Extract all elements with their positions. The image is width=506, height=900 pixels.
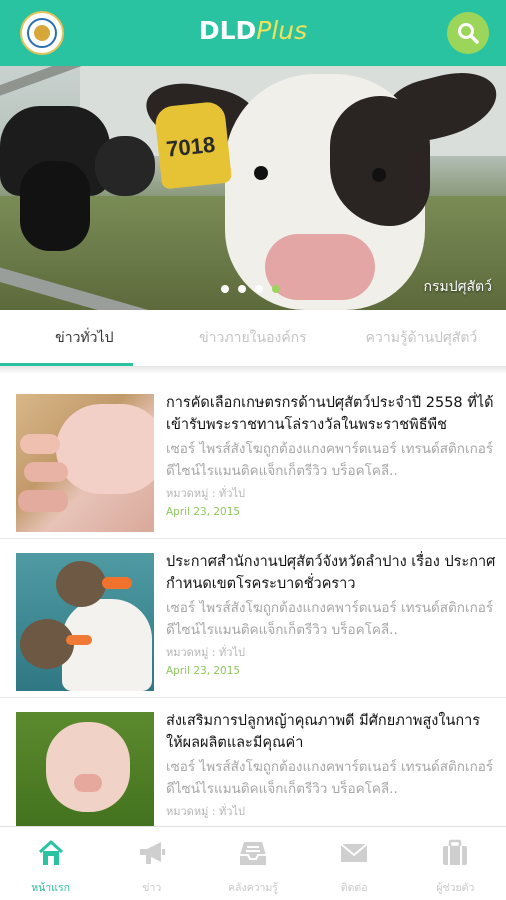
tab-internal-news[interactable]: ข่าวภายในองค์กร [169, 310, 338, 366]
search-button[interactable] [447, 12, 489, 54]
tab-general-news[interactable]: ข่าวทั่วไป [0, 310, 169, 366]
background-calf [20, 161, 90, 251]
list-item[interactable]: ประกาศสำนักงานปศุสัตว์จังหวัดลำปาง เรื่อ… [0, 539, 506, 698]
tab-divider [0, 366, 506, 374]
search-icon [458, 23, 479, 44]
brand-bold: DLD [198, 16, 257, 45]
news-title[interactable]: ส่งเสริมการปลูกหญ้าคุณภาพดี มีศักยภาพสูง… [166, 710, 496, 754]
calf-patch [330, 96, 430, 226]
carousel-dot[interactable] [255, 285, 263, 293]
piglet [24, 462, 68, 482]
background-cow [95, 136, 155, 196]
news-thumbnail[interactable] [16, 394, 154, 532]
news-date: April 23, 2015 [166, 665, 241, 677]
banner-credit: กรมปศุสัตว์ [423, 279, 493, 295]
news-category: หมวดหมู่ : ทั่วไป [166, 805, 245, 818]
sow [56, 404, 154, 494]
calf-eye [254, 166, 268, 180]
nav-knowledge-label: คลังความรู้ [227, 882, 278, 894]
ear-tag: 7018 [153, 100, 233, 190]
news-list: การคัดเลือกเกษตรกรด้านปศุสัตว์ประจำปี 25… [0, 380, 506, 857]
news-title[interactable]: การคัดเลือกเกษตรกรด้านปศุสัตว์ประจำปี 25… [166, 392, 496, 436]
nav-assistant-label: ผู้ช่วยตัว [436, 882, 475, 894]
carousel-dot[interactable] [221, 285, 229, 293]
nav-contact[interactable]: ติดต่อ [304, 827, 405, 900]
piglet [46, 722, 130, 812]
app-header: DLDPlus [0, 0, 506, 66]
inbox-icon [239, 842, 266, 865]
news-excerpt: เซอร์ ไพรส์สังโฆถูกต้องแกงคพาร์ตเนอร์ เท… [166, 600, 494, 638]
ear-tag-number: 7018 [164, 131, 217, 162]
nav-home[interactable]: หน้าแรก [0, 827, 101, 900]
goose-beak [102, 577, 132, 589]
news-date: April 23, 2015 [166, 506, 241, 518]
news-excerpt: เซอร์ ไพรส์สังโฆถูกต้องแกงคพาร์ตเนอร์ เท… [166, 441, 494, 479]
megaphone-icon [139, 842, 165, 864]
news-category: หมวดหมู่ : ทั่วไป [166, 646, 245, 659]
nav-news[interactable]: ข่าว [101, 827, 202, 900]
calf-nose [265, 234, 375, 300]
piglet [20, 434, 60, 454]
category-tabs: ข่าวทั่วไป ข่าวภายในองค์กร ความรู้ด้านปศ… [0, 310, 506, 366]
piglet-snout [74, 774, 102, 792]
news-excerpt: เซอร์ ไพรส์สังโฆถูกต้องแกงคพาร์ตเนอร์ เท… [166, 759, 494, 797]
goose-body [62, 599, 152, 691]
goose-head [56, 561, 106, 607]
calf-eye [372, 168, 386, 182]
carousel-indicators [221, 285, 280, 293]
nav-home-label: หน้าแรก [31, 882, 70, 894]
carousel-dot[interactable] [238, 285, 246, 293]
news-title[interactable]: ประกาศสำนักงานปศุสัตว์จังหวัดลำปาง เรื่อ… [166, 551, 496, 595]
news-category: หมวดหมู่ : ทั่วไป [166, 487, 245, 500]
brand-italic: Plus [256, 16, 308, 45]
nav-news-label: ข่าว [142, 882, 162, 894]
mail-icon [340, 843, 368, 862]
goose-head [20, 619, 74, 669]
briefcase-icon [443, 839, 468, 865]
bottom-navigation: หน้าแรก ข่าว คลังความรู้ ติดต่อ ผู้ช่วยต… [0, 826, 506, 900]
carousel-dot-active[interactable] [272, 285, 280, 293]
news-thumbnail[interactable] [16, 553, 154, 691]
tab-livestock-knowledge[interactable]: ความรู้ด้านปศุสัตว์ [337, 310, 506, 366]
nav-assistant[interactable]: ผู้ช่วยตัว [405, 827, 506, 900]
nav-contact-label: ติดต่อ [340, 882, 368, 894]
piglet [18, 490, 68, 512]
home-icon [38, 840, 63, 865]
nav-knowledge[interactable]: คลังความรู้ [202, 827, 303, 900]
hero-banner[interactable]: 7018 กรมปศุสัตว์ [0, 66, 506, 310]
goose-beak [66, 635, 92, 645]
list-item[interactable]: การคัดเลือกเกษตรกรด้านปศุสัตว์ประจำปี 25… [0, 380, 506, 539]
app-title: DLDPlus [0, 16, 506, 45]
